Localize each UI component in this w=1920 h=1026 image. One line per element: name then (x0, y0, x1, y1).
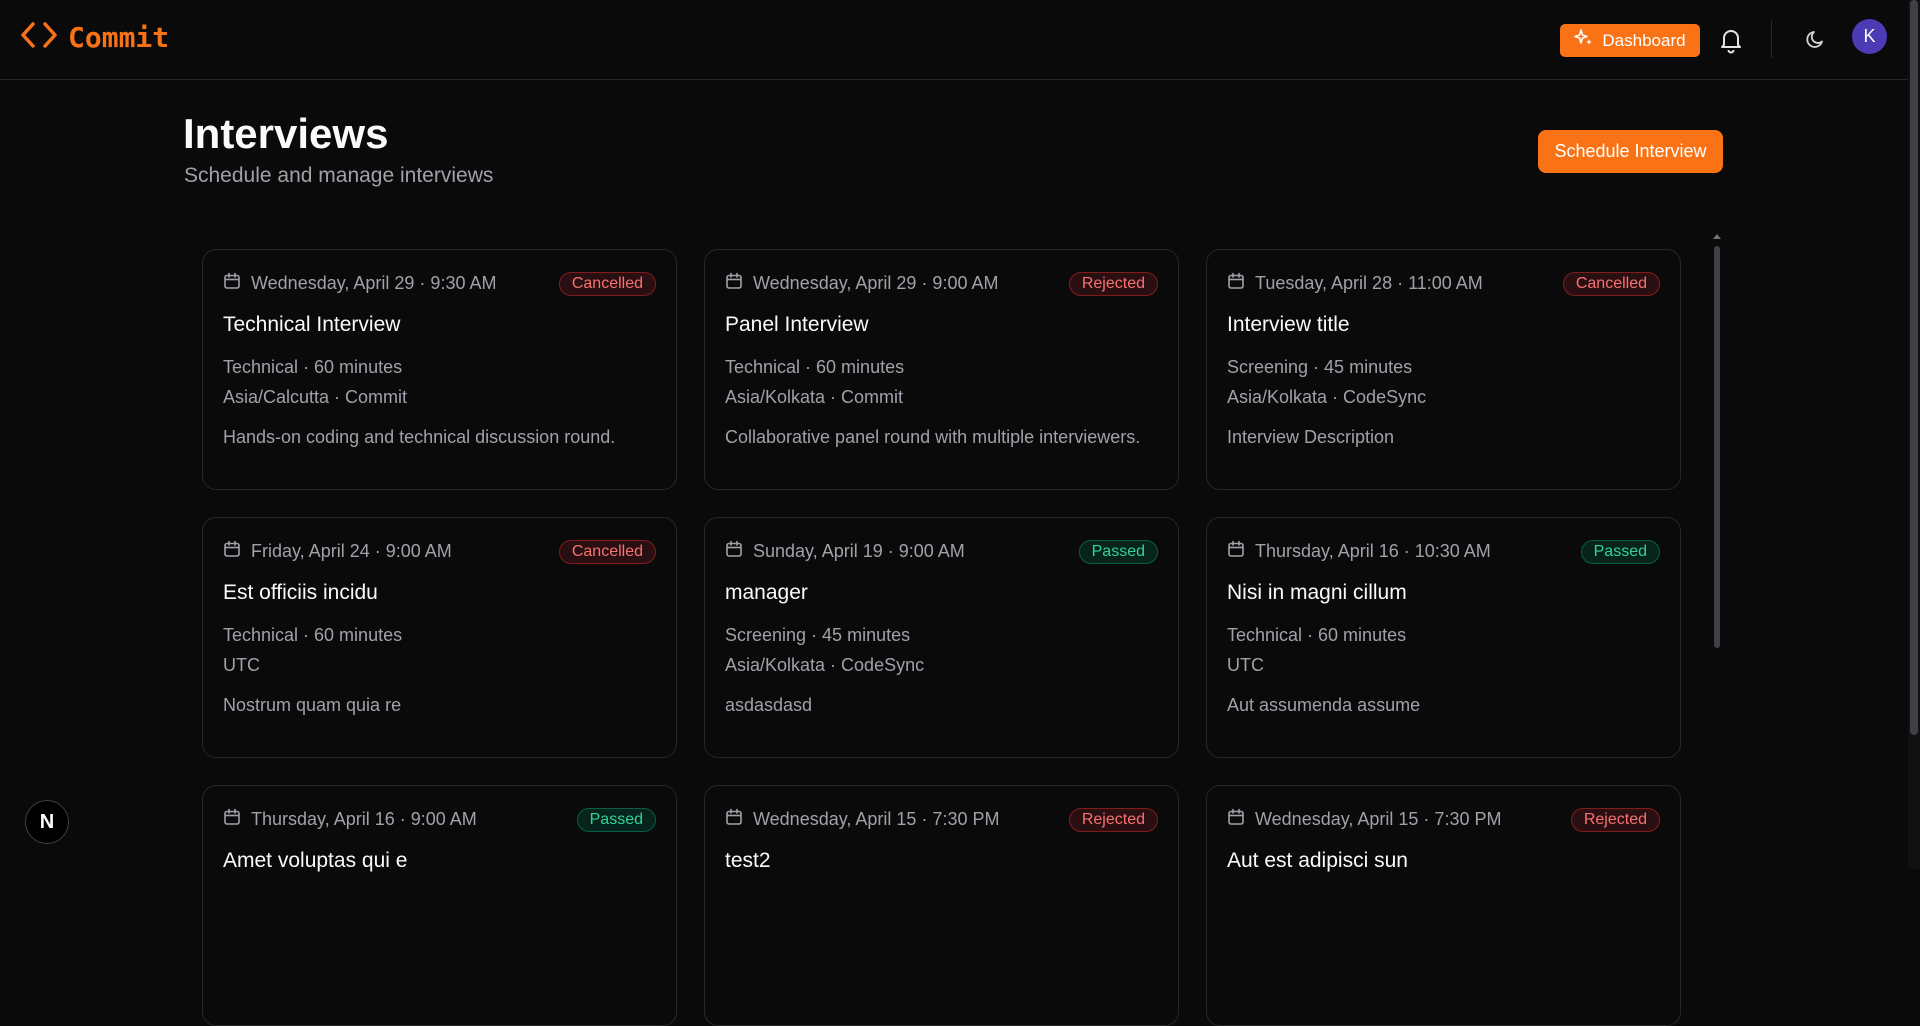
interview-date: Tuesday, April 28 · 11:00 AM (1227, 272, 1483, 295)
status-badge: Passed (1580, 540, 1660, 564)
top-bar: Commit Dashboard K (0, 0, 1920, 80)
interview-date-text: Tuesday, April 28 · 11:00 AM (1255, 273, 1483, 293)
interview-date: Sunday, April 19 · 9:00 AM (725, 540, 965, 563)
interview-timezone-company: Asia/Calcutta · Commit (223, 387, 408, 407)
interview-timezone-company: UTC (223, 655, 260, 675)
interview-card[interactable]: Sunday, April 19 · 9:00 AM Passed manager S… (704, 517, 1179, 758)
interview-card[interactable]: Wednesday, April 29 · 9:00 AM Rejected Pan… (704, 249, 1179, 490)
interview-title: Interview title (1227, 313, 1350, 336)
interview-timezone-company: Asia/Kolkata · CodeSync (1227, 387, 1427, 407)
scroll-up-arrow-icon[interactable] (1713, 234, 1721, 239)
interview-type-duration: Technical · 60 minutes (223, 357, 403, 377)
interview-title: test2 (725, 849, 771, 872)
status-badge: Rejected (1068, 808, 1158, 832)
status-badge: Passed (1078, 540, 1158, 564)
interview-type-duration: Technical · 60 minutes (1227, 625, 1407, 645)
calendar-icon (223, 540, 241, 563)
interview-date-text: Thursday, April 16 · 10:30 AM (1255, 541, 1491, 561)
interview-timezone-company: Asia/Kolkata · Commit (725, 387, 904, 407)
code-brackets-icon (20, 20, 58, 55)
calendar-icon (725, 540, 743, 563)
interview-date-text: Thursday, April 16 · 9:00 AM (251, 809, 477, 829)
interview-timezone-company: UTC (1227, 655, 1264, 675)
dashboard-button[interactable]: Dashboard (1560, 24, 1700, 57)
interview-timezone-company: Asia/Kolkata · CodeSync (725, 655, 925, 675)
page-title: Interviews (183, 110, 389, 157)
list-scrollbar[interactable] (1714, 246, 1720, 648)
interview-date: Friday, April 24 · 9:00 AM (223, 540, 452, 563)
interview-description: Nostrum quam quia re (223, 695, 402, 715)
interview-card[interactable]: Wednesday, April 15 · 7:30 PM Rejected Aut… (1206, 785, 1681, 1026)
interview-card[interactable]: Friday, April 24 · 9:00 AM Cancelled Est o… (202, 517, 677, 758)
calendar-icon (223, 272, 241, 295)
status-badge: Rejected (1570, 808, 1660, 832)
calendar-icon (725, 808, 743, 831)
page-subtitle: Schedule and manage interviews (184, 164, 494, 187)
status-badge: Cancelled (558, 272, 656, 296)
interview-description: Aut assumenda assume (1227, 695, 1421, 715)
interview-card[interactable]: Thursday, April 16 · 9:00 AM Passed Amet v… (202, 785, 677, 1026)
divider (1771, 20, 1772, 58)
interview-date-text: Wednesday, April 29 · 9:30 AM (251, 273, 497, 293)
interview-title: Panel Interview (725, 313, 869, 336)
page-scrollbar[interactable] (1910, 0, 1918, 735)
interview-title: Technical Interview (223, 313, 401, 336)
interview-description: Collaborative panel round with multiple … (725, 427, 1141, 447)
moon-icon[interactable] (1805, 28, 1827, 55)
interview-description: asdasdasd (725, 695, 813, 715)
interview-card[interactable]: Thursday, April 16 · 10:30 AM Passed Nisi … (1206, 517, 1681, 758)
status-badge: Cancelled (558, 540, 656, 564)
interview-date: Thursday, April 16 · 9:00 AM (223, 808, 477, 831)
schedule-interview-button[interactable]: Schedule Interview (1538, 130, 1723, 173)
interview-description: Interview Description (1227, 427, 1395, 447)
interview-title: Amet voluptas qui e (223, 849, 408, 872)
dashboard-label: Dashboard (1602, 30, 1686, 50)
app-name: Commit (68, 21, 170, 54)
interview-date-text: Wednesday, April 15 · 7:30 PM (753, 809, 1000, 829)
interview-title: Est officiis incidu (223, 581, 378, 604)
calendar-icon (223, 808, 241, 831)
interview-date: Wednesday, April 15 · 7:30 PM (1227, 808, 1501, 831)
interview-date-text: Friday, April 24 · 9:00 AM (251, 541, 452, 561)
interview-date-text: Wednesday, April 15 · 7:30 PM (1255, 809, 1502, 829)
interview-date: Thursday, April 16 · 10:30 AM (1227, 540, 1491, 563)
interview-type-duration: Screening · 45 minutes (725, 625, 911, 645)
interview-card[interactable]: Wednesday, April 15 · 7:30 PM Rejected tes… (704, 785, 1179, 1026)
status-badge: Cancelled (1562, 272, 1660, 296)
avatar[interactable]: K (1852, 19, 1887, 54)
app-logo[interactable]: Commit (20, 20, 169, 55)
interview-date-text: Wednesday, April 29 · 9:00 AM (753, 273, 999, 293)
interview-type-duration: Technical · 60 minutes (725, 357, 905, 377)
interview-title: Nisi in magni cillum (1227, 581, 1407, 604)
interview-title: manager (725, 581, 808, 604)
calendar-icon (1227, 272, 1245, 295)
status-badge: Rejected (1068, 272, 1158, 296)
interview-date-text: Sunday, April 19 · 9:00 AM (753, 541, 965, 561)
bell-icon[interactable] (1718, 26, 1744, 59)
interview-card[interactable]: Tuesday, April 28 · 11:00 AM Cancelled Int… (1206, 249, 1681, 490)
next-dev-indicator[interactable]: N (25, 800, 69, 844)
calendar-icon (725, 272, 743, 295)
interview-description: Hands-on coding and technical discussion… (223, 427, 616, 447)
calendar-icon (1227, 808, 1245, 831)
interview-date: Wednesday, April 29 · 9:30 AM (223, 272, 496, 295)
sparkles-icon (1574, 28, 1594, 53)
interview-date: Wednesday, April 29 · 9:00 AM (725, 272, 998, 295)
interview-type-duration: Screening · 45 minutes (1227, 357, 1413, 377)
interview-type-duration: Technical · 60 minutes (223, 625, 403, 645)
interview-card[interactable]: Wednesday, April 29 · 9:30 AM Cancelled Te… (202, 249, 677, 490)
calendar-icon (1227, 540, 1245, 563)
status-badge: Passed (576, 808, 656, 832)
interview-title: Aut est adipisci sun (1227, 849, 1408, 872)
interview-date: Wednesday, April 15 · 7:30 PM (725, 808, 999, 831)
